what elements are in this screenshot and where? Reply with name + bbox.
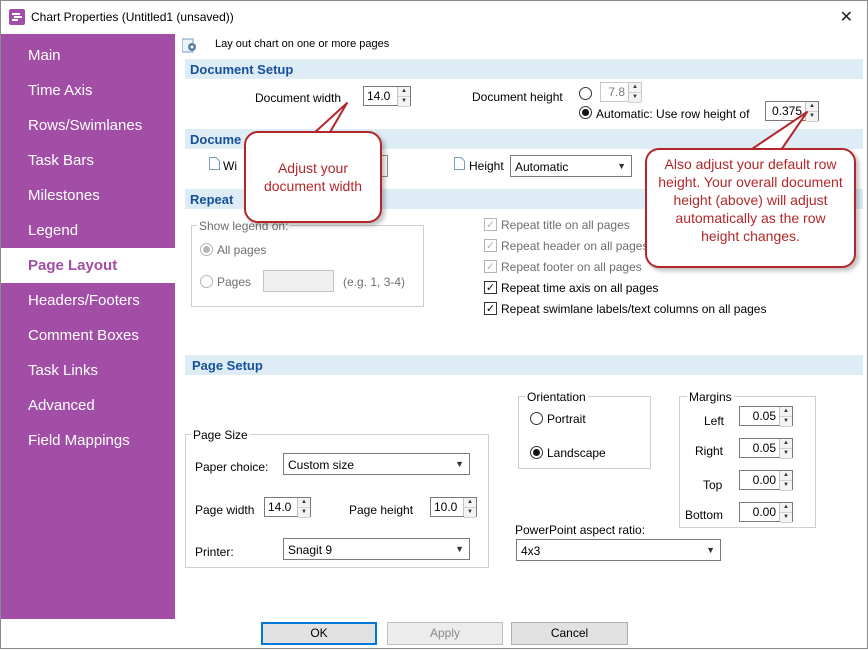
- row-height-callout: Also adjust your default row height. You…: [645, 148, 856, 268]
- cancel-button[interactable]: Cancel: [511, 622, 628, 645]
- dialog-window: Chart Properties (Untitled1 (unsaved)) ✕…: [0, 0, 868, 649]
- callout-pointers: [300, 102, 808, 154]
- apply-button[interactable]: Apply: [387, 622, 503, 645]
- document-width-callout: Adjust your document width: [244, 131, 382, 223]
- ok-button[interactable]: OK: [261, 622, 377, 645]
